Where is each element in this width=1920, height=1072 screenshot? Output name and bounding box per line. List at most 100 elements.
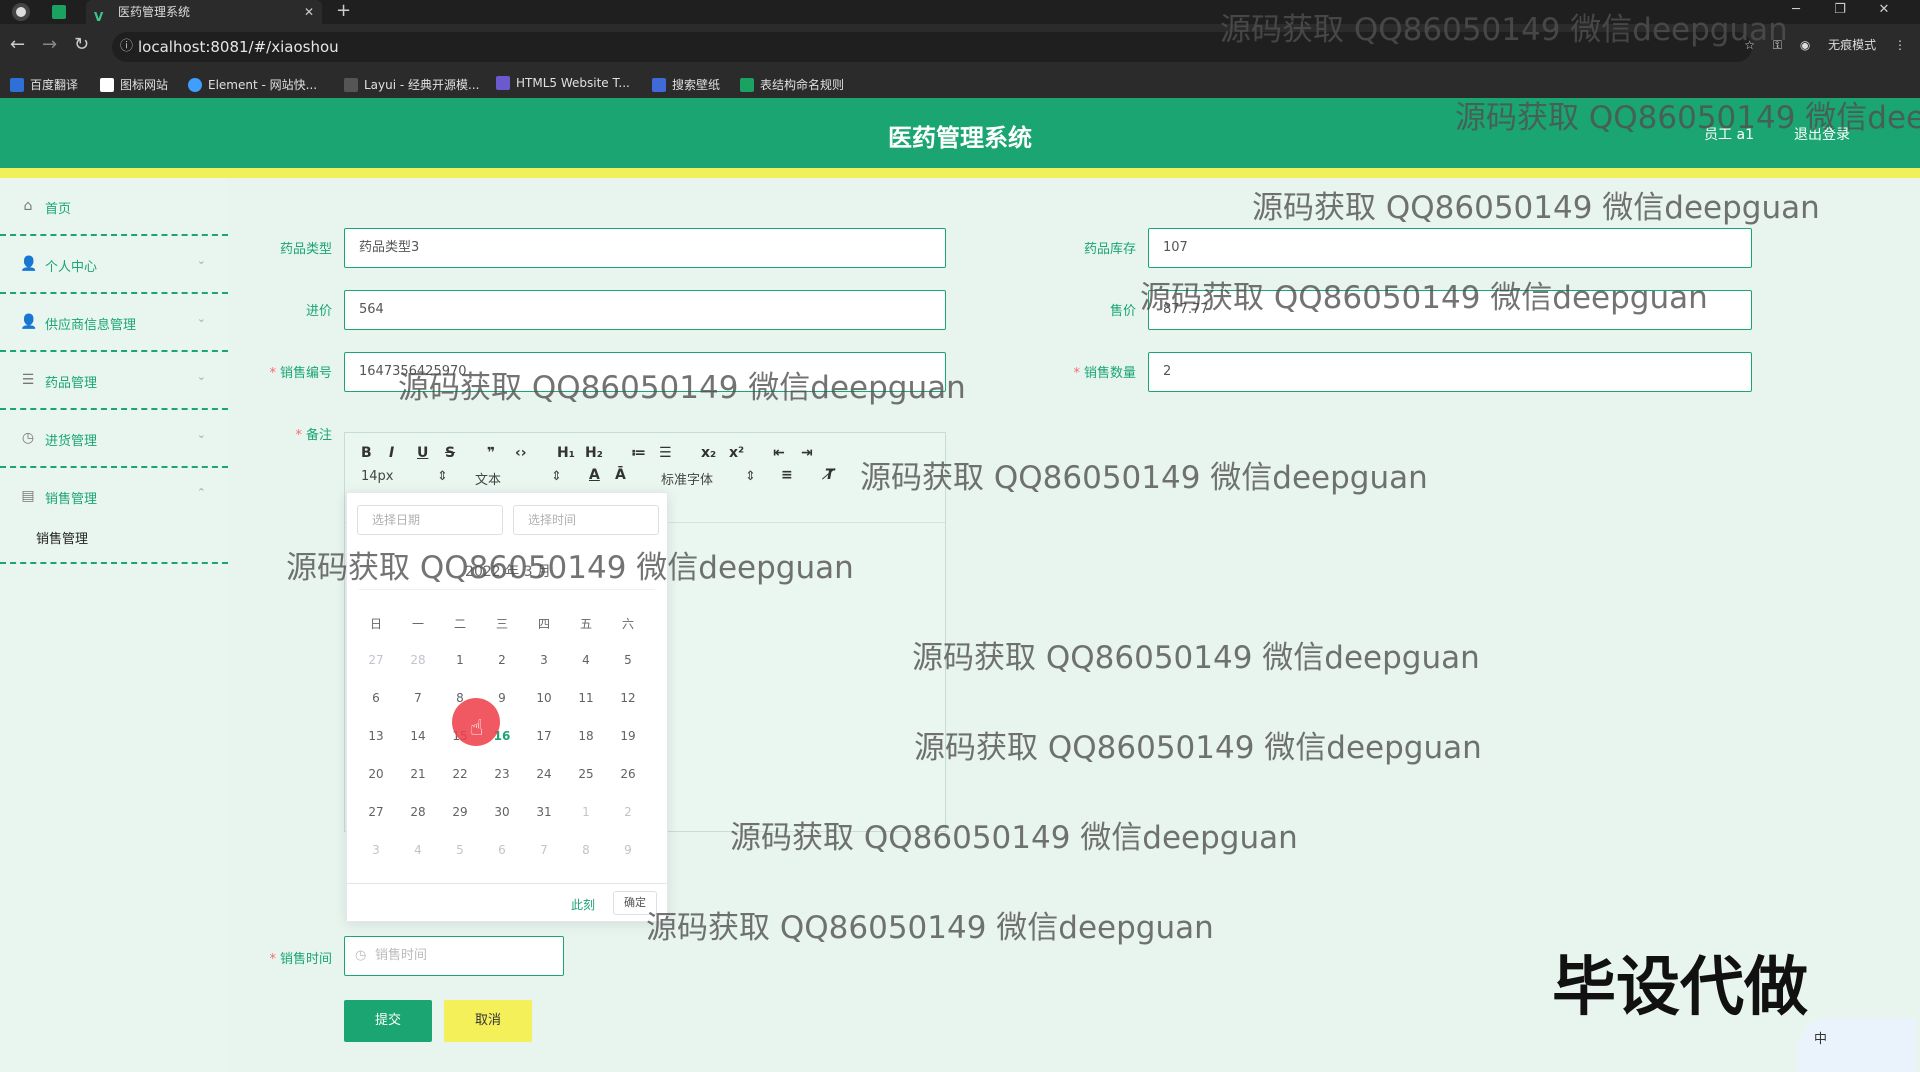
background-color-icon[interactable]: Ā [615, 467, 626, 483]
font-color-icon[interactable]: A [589, 467, 600, 483]
calendar-day[interactable]: 7 [523, 843, 565, 857]
picker-date-input[interactable]: 选择日期 [357, 505, 503, 535]
calendar-day[interactable]: 11 [565, 691, 607, 705]
strike-icon[interactable]: S [445, 445, 455, 461]
calendar-day[interactable]: 31 [523, 805, 565, 819]
calendar-day[interactable]: 30 [481, 805, 523, 819]
font-size-select[interactable]: 14px [361, 469, 394, 484]
align-icon[interactable]: ≡ [781, 467, 793, 483]
cancel-button[interactable]: 取消 [444, 1000, 532, 1042]
sidebar-subitem-sales[interactable]: 销售管理 [36, 528, 88, 547]
calendar-day[interactable]: 14 [397, 729, 439, 743]
bookmark-item[interactable]: 搜索壁纸 [652, 76, 720, 93]
calendar-day[interactable]: 25 [565, 767, 607, 781]
cost-field[interactable]: 564 [344, 290, 946, 330]
calendar-day[interactable]: 1 [565, 805, 607, 819]
calendar-day[interactable]: 24 [523, 767, 565, 781]
bookmark-item[interactable]: Element - 网站快... [188, 76, 317, 93]
key-icon[interactable]: ⚿ [1773, 38, 1782, 52]
sidebar-item-profile[interactable]: 👤 个人中心 ⌄ [0, 236, 228, 294]
browser-tab[interactable]: V 医药管理系统 ✕ [86, 0, 322, 24]
bold-icon[interactable]: B [361, 445, 372, 461]
calendar-day[interactable]: 29 [439, 805, 481, 819]
calendar-day[interactable]: 2 [481, 653, 523, 667]
quote-icon[interactable]: ❞ [487, 445, 495, 461]
calendar-day[interactable]: 18 [565, 729, 607, 743]
calendar-day[interactable]: 19 [607, 729, 649, 743]
underline-icon[interactable]: U [417, 445, 428, 461]
picker-now-button[interactable]: 此刻 [571, 896, 595, 913]
url-input[interactable]: ⓘ localhost:8081/#/xiaoshou [112, 32, 1752, 62]
back-icon[interactable]: ← [10, 34, 25, 55]
restore-icon[interactable]: ❐ [1818, 0, 1862, 20]
calendar-day[interactable]: 27 [355, 653, 397, 667]
calendar-day[interactable]: 27 [355, 805, 397, 819]
bookmark-item[interactable]: Layui - 经典开源模... [344, 76, 479, 93]
h1-icon[interactable]: H₁ [557, 445, 575, 461]
calendar-day[interactable]: 28 [397, 653, 439, 667]
sidebar-item-supplier[interactable]: 👤 供应商信息管理 ⌄ [0, 294, 228, 352]
bookmark-item[interactable]: 百度翻译 [10, 76, 78, 93]
code-icon[interactable]: ‹› [515, 445, 527, 461]
indent-icon[interactable]: ⇥ [801, 445, 813, 461]
sidebar-item-sales[interactable]: ▤ 销售管理 ⌃ [0, 468, 228, 526]
stock-field[interactable]: 107 [1148, 228, 1752, 268]
subscript-icon[interactable]: x₂ [701, 445, 716, 461]
submit-button[interactable]: 提交 [344, 1000, 432, 1042]
ordered-list-icon[interactable]: ≔ [631, 445, 646, 461]
sidebar-item-home[interactable]: ⌂ 首页 [0, 178, 228, 236]
star-icon[interactable]: ☆ [1744, 38, 1755, 52]
calendar-day[interactable]: 12 [607, 691, 649, 705]
sidebar-item-purchase[interactable]: ◷ 进货管理 ⌄ [0, 410, 228, 468]
calendar-day[interactable]: 6 [355, 691, 397, 705]
calendar-day[interactable]: 10 [523, 691, 565, 705]
minimize-icon[interactable]: ─ [1774, 0, 1818, 20]
bookmark-item[interactable]: 表结构命名规则 [740, 76, 844, 93]
calendar-day[interactable]: 13 [355, 729, 397, 743]
calendar-day[interactable]: 3 [523, 653, 565, 667]
new-tab-icon[interactable]: + [336, 0, 351, 22]
drug-type-field[interactable]: 药品类型3 [344, 228, 946, 268]
calendar-day[interactable]: 7 [397, 691, 439, 705]
calendar-day[interactable]: 2 [607, 805, 649, 819]
font-family-select[interactable]: 标准字体 [661, 469, 713, 488]
h2-icon[interactable]: H₂ [585, 445, 603, 461]
clear-format-icon[interactable]: T̸ [825, 467, 835, 483]
text-type-select[interactable]: 文本 [475, 469, 501, 488]
sidebar-item-drugs[interactable]: ☰ 药品管理 ⌄ [0, 352, 228, 410]
incognito-icon[interactable]: ◉ [1800, 38, 1810, 52]
outdent-icon[interactable]: ⇤ [773, 445, 785, 461]
reload-icon[interactable]: ↻ [74, 34, 89, 55]
close-window-icon[interactable]: ✕ [1862, 0, 1906, 20]
calendar-day[interactable]: 4 [565, 653, 607, 667]
calendar-day[interactable]: 17 [523, 729, 565, 743]
sale-time-input[interactable]: ◷ 销售时间 [344, 936, 564, 976]
italic-icon[interactable]: I [389, 445, 394, 461]
calendar-day[interactable]: 4 [397, 843, 439, 857]
calendar-day[interactable]: 5 [439, 843, 481, 857]
menu-icon[interactable]: ⋮ [1894, 38, 1906, 52]
calendar-day[interactable]: 28 [397, 805, 439, 819]
tab-close-icon[interactable]: ✕ [304, 0, 314, 24]
calendar-day[interactable]: 21 [397, 767, 439, 781]
logout-button[interactable]: 退出登录 [1794, 124, 1850, 144]
picker-confirm-button[interactable]: 确定 [613, 891, 657, 915]
calendar-day[interactable]: 22 [439, 767, 481, 781]
calendar-day[interactable]: 9 [607, 843, 649, 857]
picker-time-input[interactable]: 选择时间 [513, 505, 659, 535]
sale-no-field[interactable]: 1647356425970 [344, 352, 946, 392]
calendar-day[interactable]: 5 [607, 653, 649, 667]
site-info-icon[interactable]: ⓘ [120, 32, 133, 62]
quantity-field[interactable]: 2 [1148, 352, 1752, 392]
calendar-day[interactable]: 3 [355, 843, 397, 857]
bullet-list-icon[interactable]: ☰ [659, 445, 672, 461]
calendar-day[interactable]: 1 [439, 653, 481, 667]
bookmark-item[interactable]: HTML5 Website T... [496, 76, 630, 90]
calendar-day[interactable]: 6 [481, 843, 523, 857]
calendar-day[interactable]: 23 [481, 767, 523, 781]
forward-icon[interactable]: → [42, 34, 57, 55]
superscript-icon[interactable]: x² [729, 445, 744, 461]
bookmark-item[interactable]: 图标网站 [100, 76, 168, 93]
price-field[interactable]: 877.77 [1148, 290, 1752, 330]
calendar-day[interactable]: 26 [607, 767, 649, 781]
